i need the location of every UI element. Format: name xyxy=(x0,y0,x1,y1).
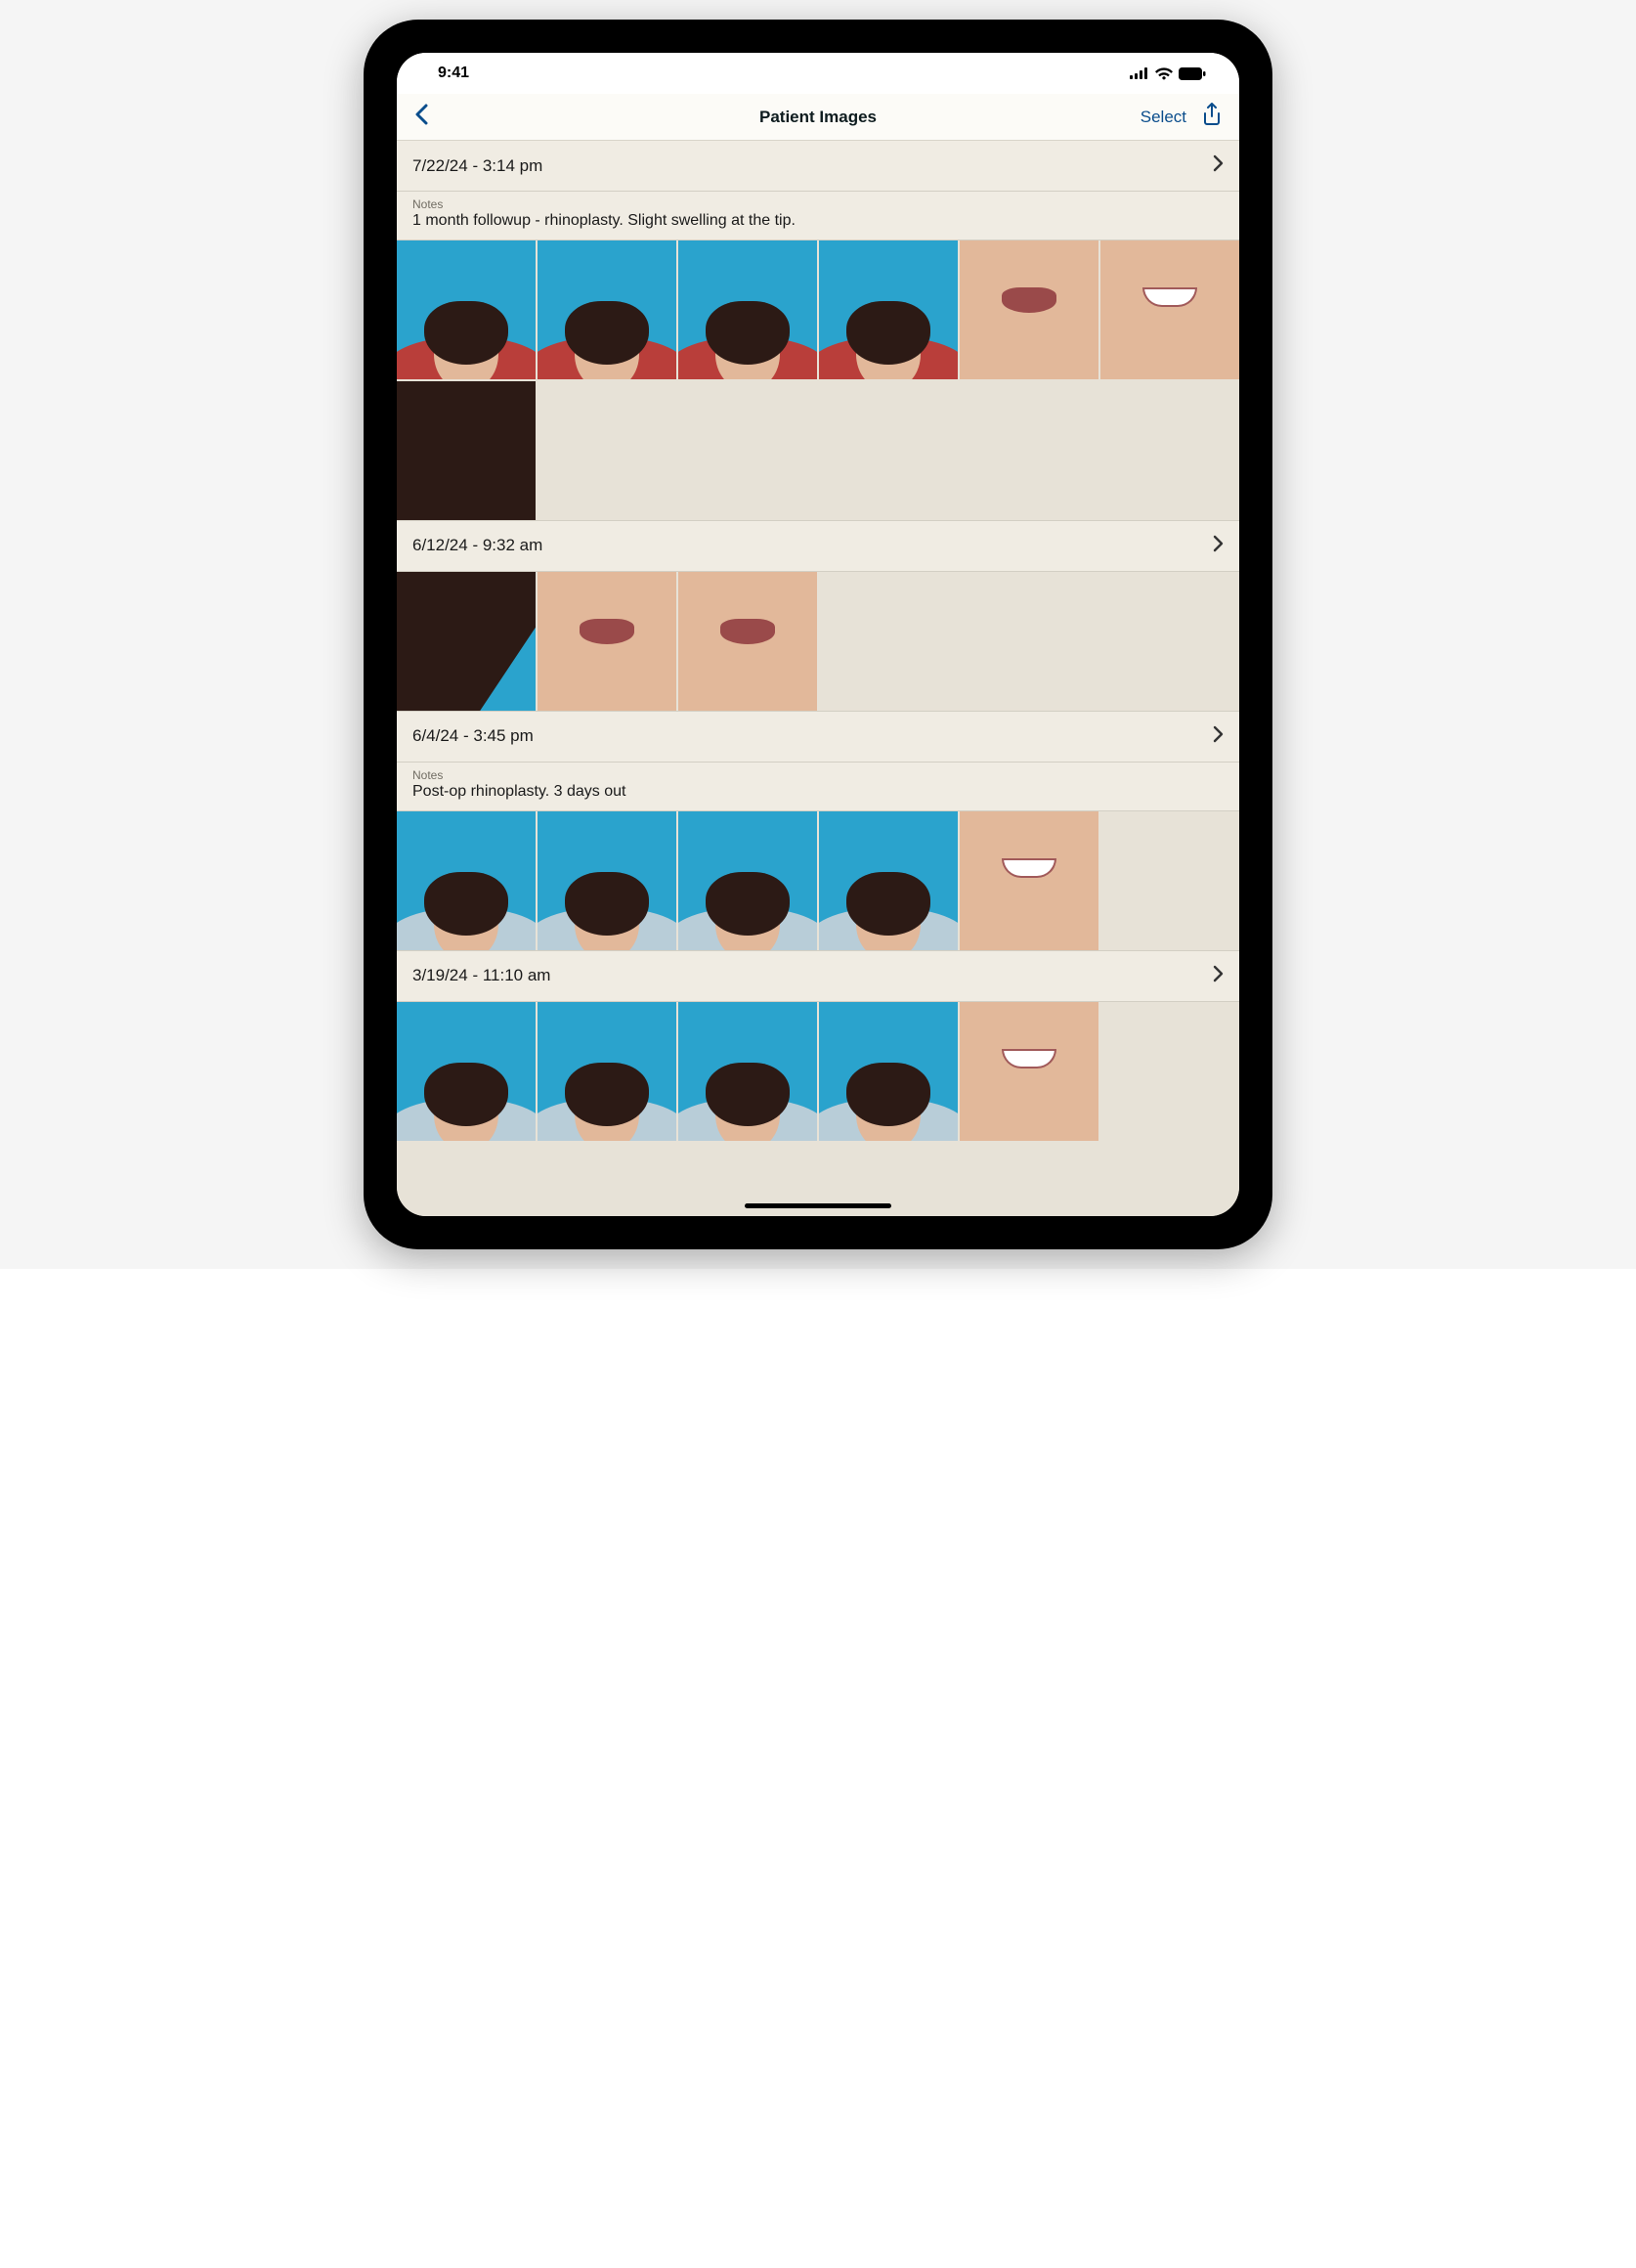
cellular-icon xyxy=(1130,67,1149,79)
thumbnail-grid xyxy=(397,240,1239,520)
session-header[interactable]: 7/22/24 - 3:14 pm xyxy=(397,141,1239,192)
status-bar: 9:41 xyxy=(397,53,1239,94)
patient-thumbnail[interactable] xyxy=(678,811,817,950)
patient-thumbnail[interactable] xyxy=(819,811,958,950)
patient-thumbnail[interactable] xyxy=(397,1002,536,1141)
chevron-right-icon xyxy=(1213,965,1224,987)
home-indicator xyxy=(745,1203,891,1208)
chevron-right-icon xyxy=(1213,725,1224,748)
page-title: Patient Images xyxy=(759,108,877,127)
battery-icon xyxy=(1179,67,1206,80)
patient-thumbnail[interactable] xyxy=(960,811,1098,950)
patient-thumbnail[interactable] xyxy=(538,572,676,711)
patient-thumbnail[interactable] xyxy=(678,1002,817,1141)
session-header[interactable]: 6/12/24 - 9:32 am xyxy=(397,520,1239,572)
thumbnail-grid xyxy=(397,1002,1239,1141)
nav-bar: Patient Images Select xyxy=(397,94,1239,141)
patient-thumbnail[interactable] xyxy=(538,240,676,379)
patient-thumbnail[interactable] xyxy=(819,240,958,379)
chevron-right-icon xyxy=(1213,154,1224,177)
patient-thumbnail[interactable] xyxy=(1100,240,1239,379)
thumbnail-grid xyxy=(397,811,1239,950)
patient-thumbnail[interactable] xyxy=(397,811,536,950)
share-icon xyxy=(1202,103,1222,126)
status-time: 9:41 xyxy=(438,65,469,82)
session-timestamp: 6/4/24 - 3:45 pm xyxy=(412,726,534,746)
session-timestamp: 6/12/24 - 9:32 am xyxy=(412,536,542,555)
notes-block: Notes Post-op rhinoplasty. 3 days out xyxy=(397,763,1239,811)
patient-thumbnail[interactable] xyxy=(538,811,676,950)
session-header[interactable]: 3/19/24 - 11:10 am xyxy=(397,950,1239,1002)
status-icons xyxy=(1130,67,1206,80)
patient-thumbnail[interactable] xyxy=(678,572,817,711)
back-button[interactable] xyxy=(414,104,428,130)
notes-label: Notes xyxy=(412,768,1224,782)
chevron-right-icon xyxy=(1213,535,1224,557)
patient-thumbnail[interactable] xyxy=(397,572,536,711)
patient-thumbnail[interactable] xyxy=(960,1002,1098,1141)
thumbnail-grid xyxy=(397,572,1239,711)
session-header[interactable]: 6/4/24 - 3:45 pm xyxy=(397,711,1239,763)
select-button[interactable]: Select xyxy=(1141,108,1186,127)
patient-thumbnail[interactable] xyxy=(678,240,817,379)
session-timestamp: 3/19/24 - 11:10 am xyxy=(412,966,550,985)
share-button[interactable] xyxy=(1202,103,1222,131)
notes-text: Post-op rhinoplasty. 3 days out xyxy=(412,783,1224,801)
patient-thumbnail[interactable] xyxy=(397,381,536,520)
screen: 9:41 Patient Images Select xyxy=(397,53,1239,1216)
wifi-icon xyxy=(1155,67,1173,80)
notes-label: Notes xyxy=(412,197,1224,211)
patient-thumbnail[interactable] xyxy=(538,1002,676,1141)
tablet-frame: 9:41 Patient Images Select xyxy=(364,20,1272,1249)
patient-thumbnail[interactable] xyxy=(960,240,1098,379)
patient-thumbnail[interactable] xyxy=(819,1002,958,1141)
patient-thumbnail[interactable] xyxy=(397,240,536,379)
notes-text: 1 month followup - rhinoplasty. Slight s… xyxy=(412,212,1224,230)
chevron-left-icon xyxy=(414,104,428,125)
notes-block: Notes 1 month followup - rhinoplasty. Sl… xyxy=(397,192,1239,240)
session-timestamp: 7/22/24 - 3:14 pm xyxy=(412,156,542,176)
session-list: 7/22/24 - 3:14 pm Notes 1 month followup… xyxy=(397,141,1239,1216)
